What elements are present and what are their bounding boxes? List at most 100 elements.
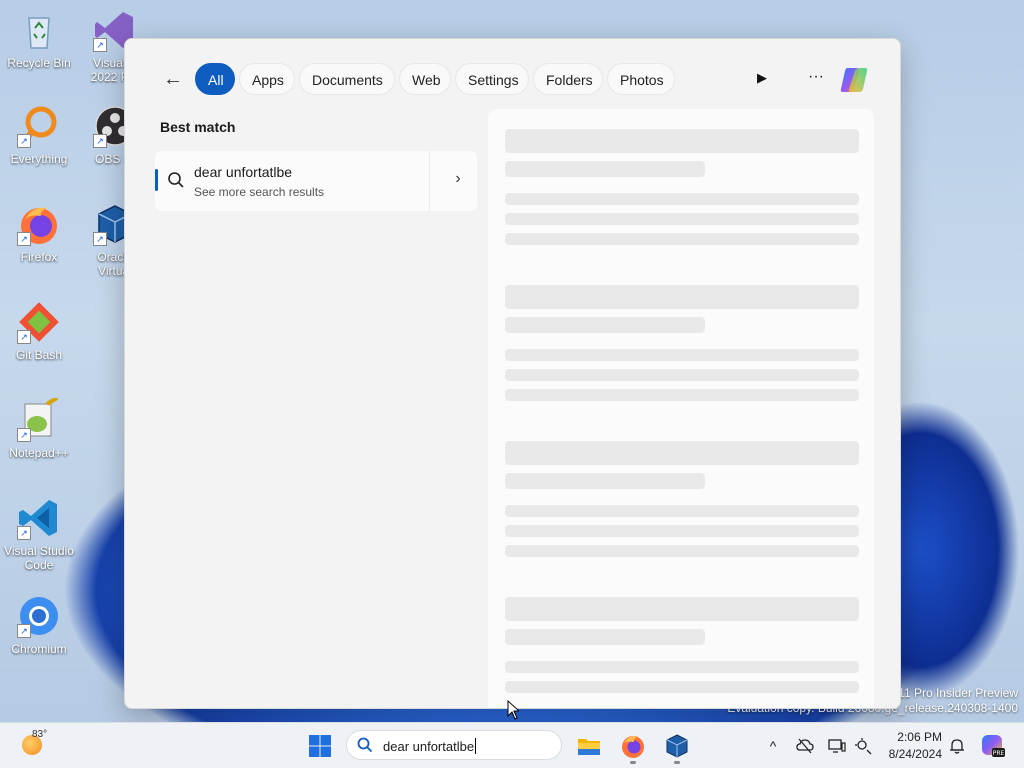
skeleton-line	[505, 525, 859, 537]
clock-time[interactable]: 2:06 PM	[890, 730, 942, 744]
more-options-button[interactable]: ···	[805, 67, 827, 89]
back-button[interactable]: ←	[161, 67, 185, 91]
svg-text:PRE: PRE	[993, 750, 1005, 757]
tab-label: Folders	[546, 72, 593, 88]
skeleton-line	[505, 213, 859, 225]
shortcut-arrow-icon: ↗	[17, 624, 31, 638]
shortcut-arrow-icon: ↗	[17, 330, 31, 344]
desktop-icon-label: Firefox	[20, 250, 58, 264]
taskbar: 83° dear unfortatlbe ^ 2:06 PM 8/24/2024…	[0, 722, 1024, 768]
skeleton-line	[505, 369, 859, 381]
more-horizontal-icon: ···	[808, 68, 824, 85]
shortcut-arrow-icon: ↗	[93, 232, 107, 246]
shortcut-arrow-icon: ↗	[17, 232, 31, 246]
onedrive-offline-icon[interactable]	[796, 737, 814, 755]
shortcut-arrow-icon: ↗	[17, 526, 31, 540]
open-preview-button[interactable]: ›	[447, 168, 469, 190]
skeleton-line	[505, 545, 859, 557]
desktop-icon-label: Chromium	[11, 642, 67, 656]
desktop-icon-label: Everything	[10, 152, 68, 166]
shortcut-arrow-icon: ↗	[17, 134, 31, 148]
copilot-pre-icon[interactable]: PRE	[980, 733, 1006, 759]
shortcut-arrow-icon: ↗	[17, 428, 31, 442]
desktop-icon-label: Visual Studio Code	[4, 544, 74, 572]
tab-label: Apps	[252, 72, 284, 88]
best-match-title: dear unfortatlbe	[194, 164, 293, 180]
skeleton-line	[505, 629, 705, 645]
windows-start-icon[interactable]	[308, 734, 332, 758]
preview-pane-loading	[488, 109, 874, 708]
arrow-left-icon: ←	[163, 68, 183, 90]
tab-web[interactable]: Web	[399, 63, 451, 95]
file-explorer-icon[interactable]	[576, 733, 602, 759]
desktop-icon-label: Recycle Bin	[7, 56, 71, 70]
skeleton-line	[505, 597, 859, 621]
tab-label: Settings	[468, 72, 519, 88]
desktop-icon-notepad-plus-plus[interactable]: ↗ Notepad++	[0, 396, 78, 460]
mouse-cursor-icon	[507, 700, 519, 720]
search-icon	[168, 172, 184, 188]
notification-bell-icon[interactable]	[948, 737, 966, 755]
chromium-icon: ↗	[17, 594, 61, 638]
clock-date[interactable]: 8/24/2024	[884, 747, 942, 761]
running-indicator	[674, 761, 680, 764]
skeleton-line	[505, 193, 859, 205]
notepad-plus-plus-icon: ↗	[17, 396, 61, 442]
firefox-icon[interactable]	[620, 733, 646, 759]
start-search-panel: ← All Apps Documents Web Settings Folder…	[124, 38, 901, 709]
skeleton-line	[505, 505, 859, 517]
desktop-icon-everything[interactable]: ↗ Everything	[0, 104, 78, 166]
desktop-icon-recycle-bin[interactable]: Recycle Bin	[0, 8, 78, 70]
divider	[429, 151, 430, 211]
skeleton-line	[505, 661, 859, 673]
running-indicator	[630, 761, 636, 764]
tab-documents[interactable]: Documents	[299, 63, 395, 95]
shortcut-arrow-icon: ↗	[93, 38, 107, 52]
search-icon	[357, 737, 373, 753]
copilot-icon	[840, 68, 868, 92]
desktop-icon-label: Git Bash	[15, 348, 63, 362]
search-input[interactable]: dear unfortatlbe	[383, 738, 477, 754]
more-filters-button[interactable]: ▶	[753, 69, 771, 87]
skeleton-line	[505, 317, 705, 333]
desktop-icon-vscode[interactable]: ↗ Visual Studio Code	[0, 496, 78, 572]
firefox-icon: ↗	[17, 202, 61, 246]
vscode-icon: ↗	[17, 496, 61, 540]
tab-apps[interactable]: Apps	[239, 63, 295, 95]
desktop-icon-firefox[interactable]: ↗ Firefox	[0, 202, 78, 264]
desktop-icon-chromium[interactable]: ↗ Chromium	[0, 594, 78, 656]
recycle-bin-icon	[17, 8, 61, 52]
skeleton-line	[505, 233, 859, 245]
selection-accent	[155, 169, 158, 191]
best-match-result[interactable]: dear unfortatlbe See more search results…	[155, 151, 477, 211]
text-caret	[475, 738, 477, 754]
chevron-up-icon[interactable]: ^	[764, 737, 782, 755]
tab-settings[interactable]: Settings	[455, 63, 529, 95]
tab-photos[interactable]: Photos	[607, 63, 675, 95]
skeleton-line	[505, 285, 859, 309]
tab-label: Web	[412, 72, 441, 88]
display-icon[interactable]	[828, 737, 846, 755]
everything-search-icon: ↗	[17, 104, 61, 148]
desktop-icon-git-bash[interactable]: ↗ Git Bash	[0, 300, 78, 362]
skeleton-line	[505, 681, 859, 693]
virtualbox-icon[interactable]	[664, 733, 690, 759]
desktop-icon-label: Notepad++	[9, 446, 69, 460]
git-bash-icon: ↗	[17, 300, 61, 344]
weather-temperature[interactable]: 83°	[32, 729, 47, 740]
tab-folders[interactable]: Folders	[533, 63, 603, 95]
tab-all[interactable]: All	[195, 63, 235, 95]
chevron-right-icon: ›	[455, 170, 461, 187]
tab-label: Photos	[620, 72, 664, 88]
play-icon: ▶	[757, 70, 767, 85]
taskbar-search-box[interactable]: dear unfortatlbe	[346, 730, 562, 760]
skeleton-line	[505, 349, 859, 361]
tab-label: Documents	[312, 72, 383, 88]
network-status-icon[interactable]	[854, 737, 872, 755]
skeleton-line	[505, 129, 859, 153]
copilot-button[interactable]	[837, 63, 871, 97]
best-match-subtitle: See more search results	[194, 185, 325, 199]
shortcut-arrow-icon: ↗	[93, 134, 107, 148]
skeleton-line	[505, 473, 705, 489]
skeleton-line	[505, 161, 705, 177]
